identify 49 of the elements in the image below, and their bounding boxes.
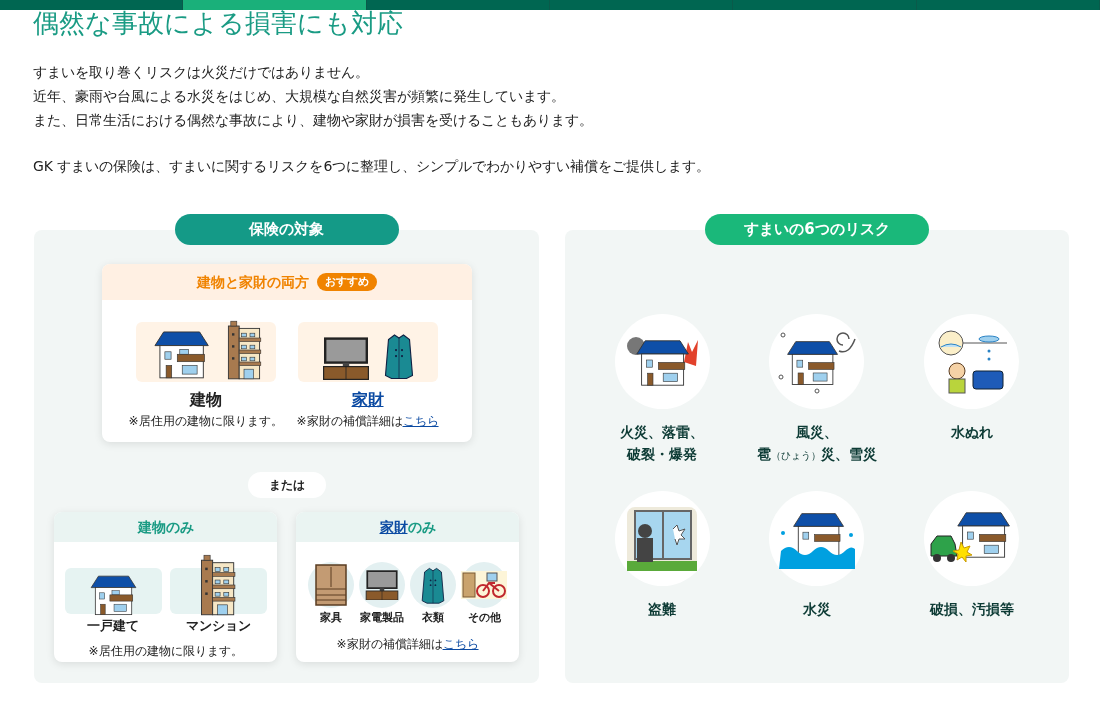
nav-strip-segment[interactable] xyxy=(183,0,367,10)
tv-drawing xyxy=(321,336,370,380)
apartment-building-drawing xyxy=(199,554,237,616)
card-header: 建物のみ xyxy=(54,512,277,542)
water-leak-drawing xyxy=(936,328,1007,395)
item-label-link[interactable]: 家財 xyxy=(351,388,384,412)
bicycle-doorway-drawing xyxy=(461,569,507,601)
recommended-badge: おすすめ xyxy=(316,273,377,291)
note-text: ※居住用の建物に限ります。 xyxy=(88,642,243,660)
section-heading-pill: すまいの6つのリスク xyxy=(705,214,929,245)
risk-label: 火災、落雷、 破裂・爆発 xyxy=(620,423,705,464)
intro-text: 近年、豪雨や台風による水災をはじめ、大規模な自然災害が頻繁に発生しています。 xyxy=(33,87,566,106)
nav-strip-segment[interactable] xyxy=(0,0,184,10)
section-heading-pill: 保険の対象 xyxy=(174,214,399,245)
separator-pill: または xyxy=(247,472,326,498)
nav-strip-segment[interactable] xyxy=(916,0,1100,10)
item-label: 家電製品 xyxy=(360,610,404,626)
burglar-window-drawing xyxy=(627,506,698,571)
note-text: ※家財の補償詳細はこちら xyxy=(336,635,479,653)
item-label: マンション xyxy=(185,617,251,635)
tv-drawing xyxy=(365,569,399,601)
item-label: 建物 xyxy=(189,389,222,411)
nav-strip-segment[interactable] xyxy=(733,0,917,10)
item-label: その他 xyxy=(467,610,501,626)
nav-strip-segment[interactable] xyxy=(366,0,550,10)
intro-text: すまいを取り巻くリスクは火災だけではありません。 xyxy=(33,63,370,82)
risk-label: 風災、 雹（ひょう）災、雪災 xyxy=(757,423,877,464)
coat-drawing xyxy=(383,332,414,380)
coat-drawing xyxy=(421,565,445,605)
cabinet-drawing xyxy=(314,563,348,607)
risk-label: 水災 xyxy=(803,600,831,619)
nav-strip-segment[interactable] xyxy=(550,0,734,10)
details-link[interactable]: こちら xyxy=(442,636,479,651)
page-heading: 偶然な事故による損害にも対応 xyxy=(33,9,404,37)
intro-text: また、日常生活における偶然な事故により、建物や家財が損害を受けることもあります。 xyxy=(33,111,594,130)
apartment-building-drawing xyxy=(225,320,262,380)
item-label: 衣類 xyxy=(422,610,444,626)
note-text: ※居住用の建物に限ります。 xyxy=(128,413,283,430)
contents-link[interactable]: 家財 xyxy=(379,516,408,538)
item-label: 家具 xyxy=(320,610,342,626)
risk-label: 水ぬれ xyxy=(950,423,993,442)
note-text: ※家財の補償詳細はこちら xyxy=(296,413,439,430)
both-card-title: 建物と家財の両方 xyxy=(196,272,309,292)
card-header-text: のみ xyxy=(407,517,436,537)
risk-label: 破損、汚損等 xyxy=(929,600,1014,619)
item-label: 一戸建て xyxy=(87,617,139,635)
risk-label: 盗難 xyxy=(648,600,677,619)
summary-text: GK すまいの保険は、すまいに関するリスクを6つに整理し、シンプルでわかりやすい補償をご提供します。 xyxy=(33,157,712,176)
details-link[interactable]: こちら xyxy=(402,414,439,428)
